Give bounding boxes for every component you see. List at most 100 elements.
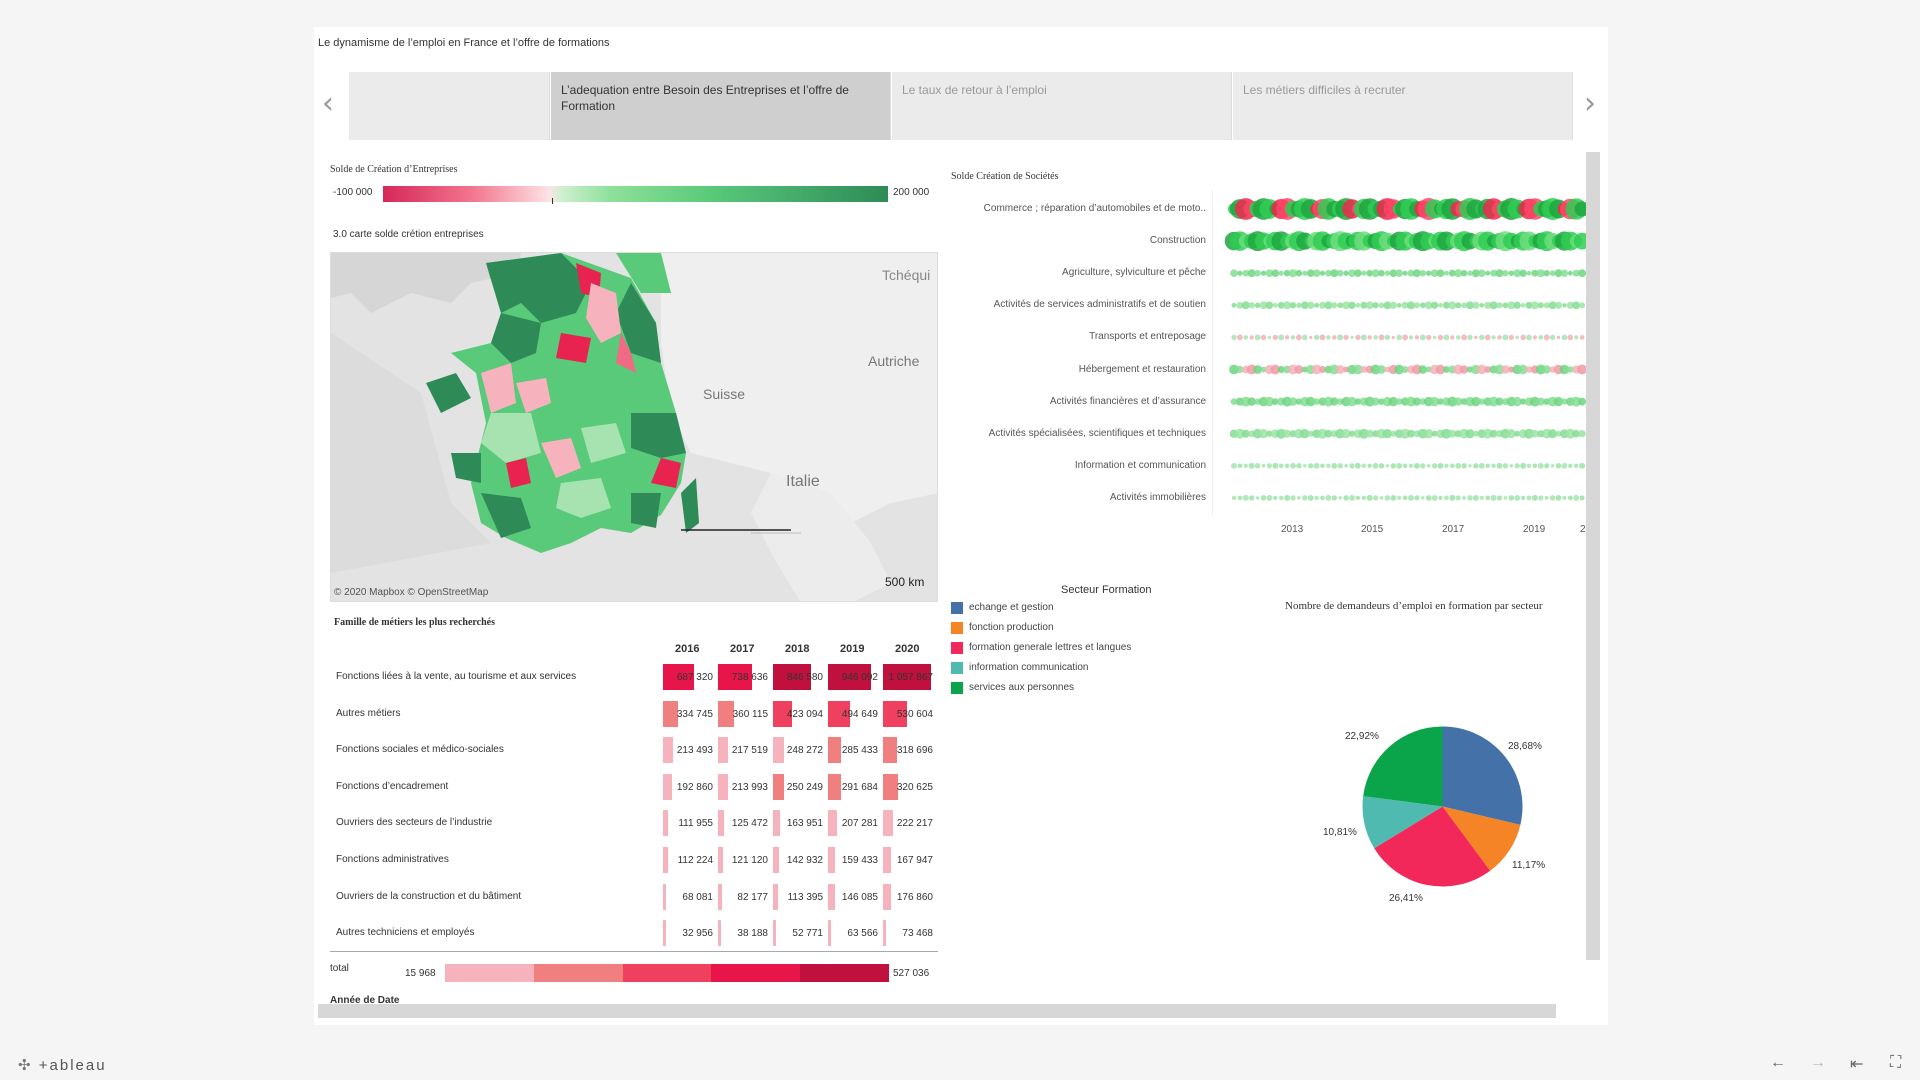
jobs-row-label[interactable]: Fonctions d’encadrement [336, 781, 656, 792]
bubble[interactable] [1425, 495, 1432, 501]
bubble[interactable] [1267, 335, 1272, 340]
bubble[interactable] [1485, 463, 1490, 469]
bubble[interactable] [1249, 335, 1254, 340]
bubble[interactable] [1355, 302, 1361, 308]
bubble[interactable] [1496, 462, 1503, 469]
bubble[interactable] [1378, 463, 1385, 469]
bubble[interactable] [1266, 463, 1273, 469]
bubble[interactable] [1508, 270, 1515, 276]
bubble[interactable] [1431, 494, 1438, 501]
bubble[interactable] [1319, 270, 1326, 276]
bubble[interactable] [1326, 463, 1331, 468]
bubble[interactable] [1255, 496, 1260, 500]
bubble[interactable] [1372, 462, 1379, 469]
bubble[interactable] [1296, 302, 1302, 309]
bubble[interactable] [1508, 334, 1514, 341]
bubble[interactable] [1478, 269, 1486, 277]
bubble[interactable] [1332, 335, 1337, 340]
bubble[interactable] [1420, 463, 1426, 469]
story-tab-1[interactable] [349, 72, 550, 140]
bubble[interactable] [1361, 495, 1367, 501]
formation-legend-item[interactable]: services aux personnes [969, 682, 1074, 693]
bubble[interactable] [1303, 464, 1307, 468]
bubble[interactable] [1313, 462, 1320, 469]
bubble[interactable] [1560, 269, 1569, 277]
bubble[interactable] [1544, 496, 1549, 500]
bubble[interactable] [1520, 303, 1526, 308]
bubble[interactable] [1556, 335, 1561, 340]
bubble[interactable] [1272, 302, 1278, 308]
formation-legend-item[interactable]: echange et gestion [969, 602, 1054, 613]
bubble[interactable] [1395, 269, 1403, 277]
bubble[interactable] [1302, 334, 1308, 341]
jobs-row-label[interactable]: Fonctions sociales et médico-sociales [336, 744, 656, 755]
bubble[interactable] [1289, 302, 1297, 309]
bubble[interactable] [1579, 462, 1586, 469]
bubble[interactable] [1436, 269, 1445, 277]
bubble[interactable] [1290, 495, 1296, 501]
bubble[interactable] [1343, 334, 1349, 341]
bubble[interactable] [1243, 463, 1248, 468]
bubble[interactable] [1543, 334, 1550, 341]
bubble[interactable] [1437, 462, 1444, 469]
bubble[interactable] [1254, 269, 1261, 277]
bubble[interactable] [1384, 270, 1391, 276]
bubble[interactable] [1230, 269, 1238, 278]
bubble[interactable] [1284, 494, 1291, 501]
bubble[interactable] [1236, 334, 1243, 341]
jobs-row-label[interactable]: Autres techniciens et employés [336, 927, 656, 938]
bubble[interactable] [1508, 495, 1515, 501]
bubble[interactable] [1450, 463, 1455, 469]
bubble[interactable] [1260, 270, 1267, 276]
bubble[interactable] [1573, 494, 1580, 501]
bubble[interactable] [1514, 494, 1521, 501]
bubble[interactable] [1273, 495, 1278, 501]
bubble[interactable] [1242, 494, 1249, 501]
story-tab-3[interactable]: Le taux de retour à l’emploi [892, 72, 1232, 140]
bubble[interactable] [1402, 270, 1408, 276]
bubble[interactable] [1350, 335, 1354, 340]
bubble[interactable] [1278, 463, 1284, 469]
bubble[interactable] [1578, 430, 1586, 438]
bubble[interactable] [1343, 270, 1349, 276]
formation-legend-item[interactable]: formation generale lettres et langues [969, 642, 1131, 653]
bubble[interactable] [1248, 462, 1255, 469]
bubble[interactable] [1402, 495, 1408, 501]
bubble[interactable] [1427, 464, 1431, 468]
bubble[interactable] [1443, 270, 1449, 276]
bubble[interactable] [1537, 302, 1544, 309]
bubble[interactable] [1467, 495, 1473, 501]
bubble[interactable] [1555, 463, 1562, 469]
bubble[interactable] [1384, 495, 1391, 501]
bubble[interactable] [1260, 334, 1267, 341]
bubble[interactable] [1302, 495, 1308, 501]
vertical-scrollbar[interactable] [1586, 152, 1600, 960]
bubble[interactable] [1496, 302, 1503, 309]
bubble[interactable] [1307, 494, 1314, 501]
bubble[interactable] [1325, 494, 1332, 501]
bubble[interactable] [1367, 463, 1372, 469]
bubble[interactable] [1513, 301, 1521, 309]
bubble[interactable] [1261, 464, 1266, 468]
bubble[interactable] [1479, 334, 1485, 341]
bubble[interactable] [1361, 270, 1367, 276]
bubble[interactable] [1237, 495, 1243, 501]
bubble[interactable] [1308, 463, 1314, 469]
bubble[interactable] [1502, 334, 1509, 341]
bubble[interactable] [1555, 494, 1562, 501]
bubble[interactable] [1284, 335, 1290, 340]
bubble[interactable] [1372, 495, 1379, 501]
undo-icon[interactable]: ← [1770, 1054, 1786, 1072]
bubble[interactable] [1367, 335, 1372, 340]
bubble[interactable] [1385, 464, 1390, 468]
bubble[interactable] [1574, 335, 1579, 340]
bubble[interactable] [1478, 462, 1485, 469]
bubble[interactable] [1249, 495, 1255, 501]
bubble[interactable] [1578, 397, 1587, 406]
bubble[interactable] [1336, 269, 1344, 277]
bubble[interactable] [1320, 495, 1325, 501]
bubble[interactable] [1389, 301, 1397, 309]
bubble[interactable] [1337, 334, 1344, 341]
bubble[interactable] [1549, 270, 1556, 276]
bubble[interactable] [1408, 494, 1414, 501]
